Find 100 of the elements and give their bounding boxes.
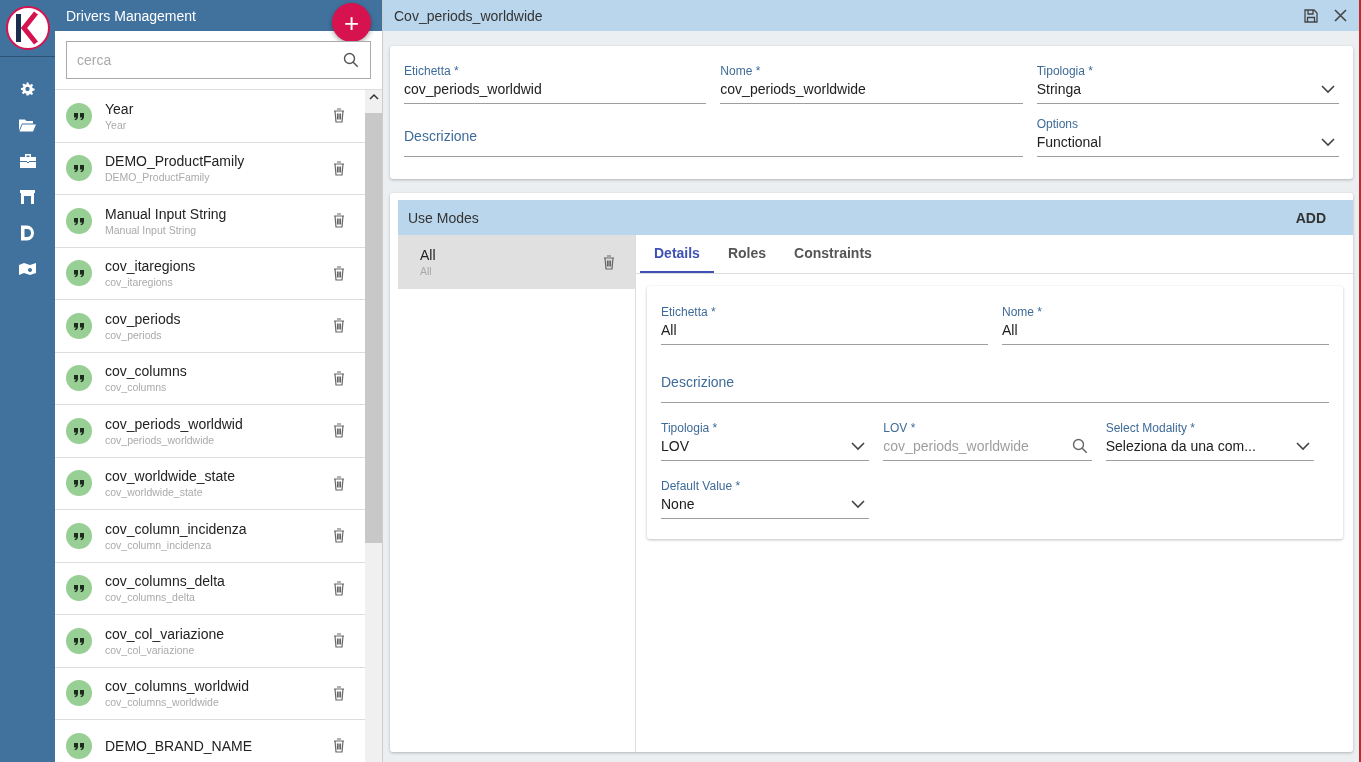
- trash-icon[interactable]: [333, 370, 345, 386]
- trash-icon[interactable]: [333, 318, 345, 334]
- document-d-icon[interactable]: [21, 225, 34, 241]
- quote-icon: [66, 102, 92, 129]
- driver-label: cov_worldwide_state: [105, 468, 236, 485]
- driver-name: cov_periods_worldwide: [105, 433, 216, 446]
- quote-icon: [66, 365, 92, 392]
- add-button[interactable]: ADD: [1295, 205, 1326, 230]
- chevron-down-icon[interactable]: [1321, 137, 1335, 147]
- select-field[interactable]: Tipologia * LOV: [661, 408, 870, 461]
- chevron-down-icon[interactable]: [1296, 441, 1310, 451]
- logo-icon[interactable]: [5, 6, 50, 50]
- search-field[interactable]: cerca: [66, 41, 371, 79]
- driver-name: Manual Input String: [105, 223, 198, 236]
- trash-icon[interactable]: [333, 528, 345, 544]
- field-label: Descrizione: [661, 374, 736, 392]
- driver-list-item[interactable]: cov_columns_delta cov_columns_delta: [55, 562, 365, 615]
- driver-list-item[interactable]: DEMO_BRAND_NAME: [55, 720, 365, 762]
- quote-icon: [66, 207, 92, 234]
- field-value: Seleziona da una com...: [1105, 438, 1256, 454]
- input-field[interactable]: Etichetta * All: [661, 292, 988, 345]
- trash-icon[interactable]: [333, 580, 345, 596]
- select-field[interactable]: Select Modality * Seleziona da una com...: [1105, 408, 1314, 461]
- driver-list-item[interactable]: cov_worldwide_state cov_worldwide_state: [55, 457, 365, 510]
- field-label: Nome *: [720, 64, 762, 78]
- settings-icon[interactable]: [20, 81, 35, 97]
- driver-list-item[interactable]: cov_columns cov_columns: [55, 352, 365, 405]
- field-value: All: [661, 322, 677, 338]
- driver-label: cov_columns_delta: [105, 573, 226, 590]
- tab[interactable]: Details: [640, 235, 714, 273]
- driver-label: Manual Input String: [105, 205, 228, 222]
- trash-icon[interactable]: [333, 213, 345, 229]
- driver-label: Year: [105, 100, 135, 117]
- scroll-up-icon[interactable]: [368, 93, 379, 101]
- field-value: Functional: [1036, 134, 1102, 150]
- field-value: Stringa: [1036, 81, 1081, 97]
- driver-list-item[interactable]: Year Year: [55, 90, 365, 143]
- input-field[interactable]: Nome * cov_periods_worldwide: [720, 56, 1023, 104]
- map-icon[interactable]: [19, 261, 36, 277]
- driver-label: DEMO_ProductFamily: [105, 153, 246, 170]
- scrollbar[interactable]: [365, 90, 382, 762]
- tab[interactable]: Constraints: [780, 235, 886, 273]
- field-value: LOV: [661, 438, 689, 454]
- driver-name: cov_columns: [105, 381, 168, 394]
- trash-icon[interactable]: [333, 423, 345, 439]
- quote-icon: [66, 575, 92, 602]
- trash-icon[interactable]: [333, 685, 345, 701]
- driver-name: cov_columns_delta: [105, 591, 196, 604]
- save-icon[interactable]: [1304, 8, 1318, 23]
- chevron-down-icon[interactable]: [851, 499, 866, 509]
- field-value: cov_periods_worldwid: [404, 81, 542, 97]
- trash-icon[interactable]: [333, 265, 345, 281]
- driver-name: DEMO_ProductFamily: [105, 171, 211, 184]
- driver-name: cov_itaregions: [105, 276, 174, 289]
- driver-list-item[interactable]: cov_columns_worldwid cov_columns_worldwide: [55, 667, 365, 720]
- trash-icon[interactable]: [333, 738, 345, 754]
- folder-icon[interactable]: [19, 117, 36, 133]
- select-field[interactable]: Tipologia * Stringa: [1036, 56, 1339, 104]
- driver-list-item[interactable]: cov_column_incidenza cov_column_incidenza: [55, 510, 365, 563]
- driver-label: cov_itaregions: [105, 258, 197, 275]
- quote-icon: [66, 732, 92, 759]
- driver-name: Year: [105, 118, 128, 131]
- field-value: All: [1002, 322, 1018, 338]
- quote-icon: [66, 522, 92, 549]
- input-field[interactable]: Descrizione: [661, 350, 1329, 403]
- chevron-down-icon[interactable]: [1321, 84, 1335, 94]
- select-field[interactable]: Options Functional: [1036, 109, 1339, 157]
- field-value: cov_periods_worldwide: [720, 81, 866, 97]
- driver-list-item[interactable]: Manual Input String Manual Input String: [55, 195, 365, 248]
- trash-icon[interactable]: [603, 254, 615, 270]
- detail-title: Cov_periods_worldwide: [394, 7, 544, 24]
- trash-icon[interactable]: [333, 475, 345, 491]
- quote-icon: [66, 312, 92, 339]
- select-field[interactable]: Default Value * None: [661, 466, 870, 519]
- field-label: Default Value *: [661, 479, 742, 493]
- driver-list-item[interactable]: cov_periods cov_periods: [55, 300, 365, 353]
- driver-label: cov_columns_worldwid: [105, 678, 250, 695]
- field-label: LOV *: [883, 421, 917, 435]
- use-mode-label: All: [420, 247, 437, 263]
- input-field[interactable]: Etichetta * cov_periods_worldwid: [404, 56, 707, 104]
- archway-icon[interactable]: [20, 189, 35, 205]
- driver-list-item[interactable]: cov_periods_worldwid cov_periods_worldwide: [55, 405, 365, 458]
- driver-name: cov_column_incidenza: [105, 538, 213, 551]
- driver-list-item[interactable]: cov_itaregions cov_itaregions: [55, 247, 365, 300]
- input-field[interactable]: Descrizione: [404, 109, 1023, 157]
- quote-icon: [66, 155, 92, 182]
- driver-list-item[interactable]: DEMO_ProductFamily DEMO_ProductFamily: [55, 142, 365, 195]
- chevron-down-icon[interactable]: [851, 441, 866, 451]
- search-icon[interactable]: [1071, 438, 1088, 454]
- trash-icon[interactable]: [333, 108, 345, 124]
- driver-list-item[interactable]: cov_col_variazione cov_col_variazione: [55, 615, 365, 668]
- driver-name: cov_columns_worldwide: [105, 696, 220, 709]
- driver-label: cov_periods_worldwid: [105, 415, 244, 432]
- tab[interactable]: Roles: [713, 235, 781, 273]
- trash-icon[interactable]: [333, 160, 345, 176]
- briefcase-icon[interactable]: [19, 153, 36, 169]
- search-icon[interactable]: [343, 52, 359, 68]
- input-field[interactable]: Nome * All: [1002, 292, 1329, 345]
- trash-icon[interactable]: [333, 633, 345, 649]
- close-icon[interactable]: [1334, 9, 1347, 22]
